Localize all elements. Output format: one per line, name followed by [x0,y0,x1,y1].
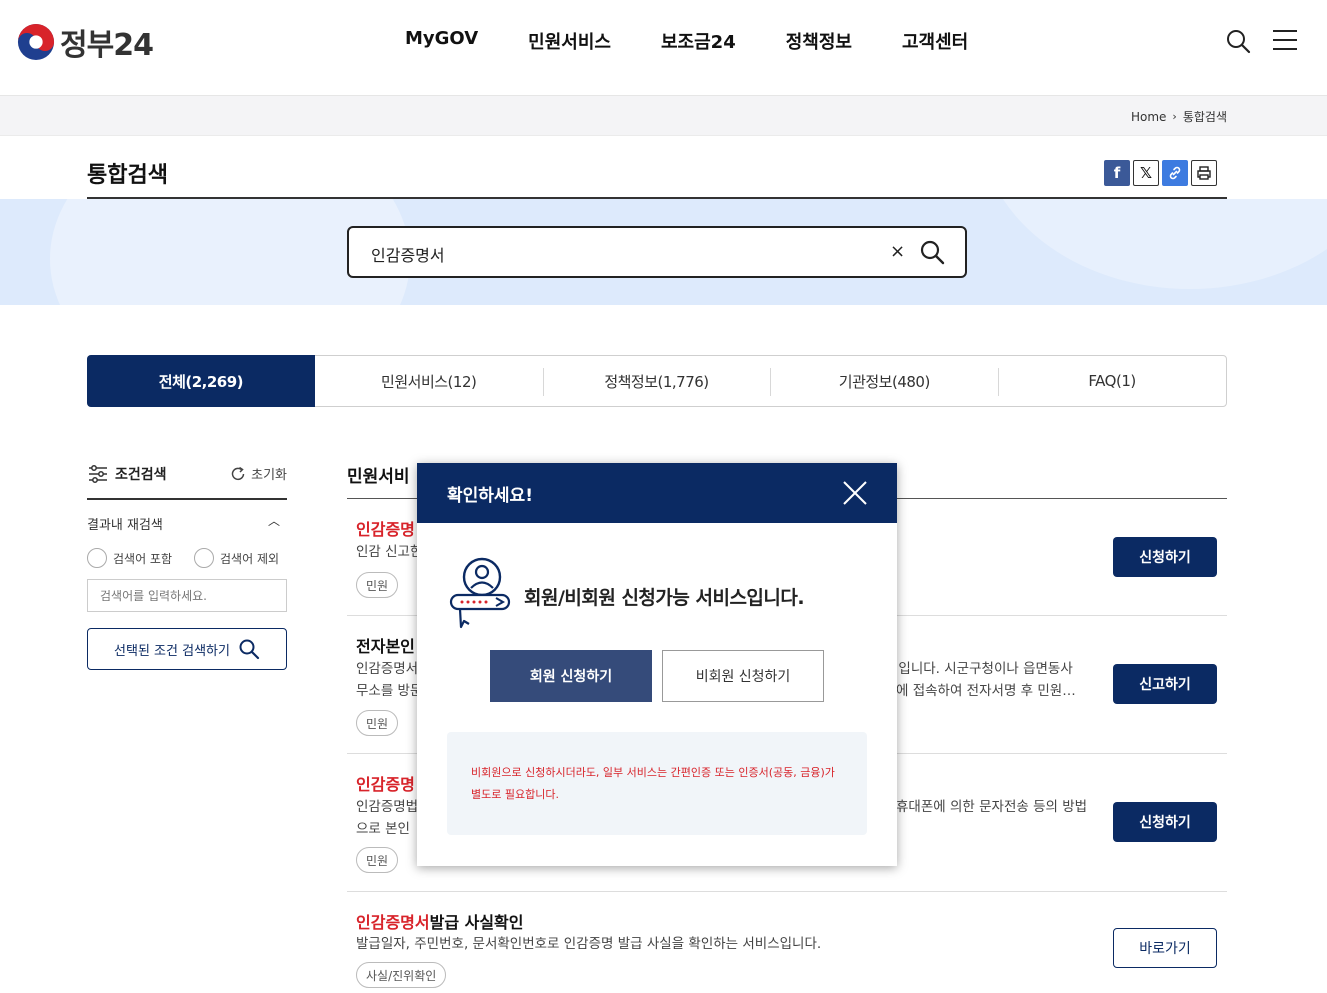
result-title[interactable]: 인감증명 [356,516,415,540]
global-nav: MyGOV 민원서비스 보조금24 정책정보 고객센터 [380,28,993,54]
clear-icon[interactable]: × [890,241,905,262]
site-logo[interactable]: 정부24 [17,20,154,64]
breadcrumb-current: 통합검색 [1182,110,1227,124]
include-radio[interactable] [87,548,107,568]
result-title[interactable]: 인감증명 [356,771,415,795]
refine-options: 검색어 포함 검색어 제외 [87,548,279,568]
chevron-right-icon: › [1172,110,1177,123]
result-description: 발급일자, 주민번호, 문서확인번호로 인감증명 발급 사실을 확인하는 서비스… [356,936,822,952]
breadcrumb-home[interactable]: Home [1131,110,1166,124]
result-tabs: 전체(2,269) 민원서비스(12) 정책정보(1,776) 기관정보(480… [87,355,1227,407]
breadcrumb: Home › 통합검색 [1131,108,1227,125]
decorative-shape [980,199,1327,289]
user-login-icon [449,557,511,629]
apply-filter-label: 선택된 조건 검색하기 [114,643,230,659]
search-query-text[interactable]: 인감증명서 [371,242,445,266]
site-header: 정부24 MyGOV 민원서비스 보조금24 정책정보 고객센터 [0,0,1327,95]
nav-policy-info[interactable]: 정책정보 [786,28,852,54]
tab-agency-info[interactable]: 기관정보(480) [770,356,998,406]
tab-policy-info[interactable]: 정책정보(1,776) [542,356,771,406]
search-banner: 인감증명서 × [0,199,1327,305]
results-section-title: 민원서비 [347,467,410,487]
facebook-icon[interactable]: f [1104,160,1130,186]
search-input[interactable]: 인감증명서 × [347,226,967,278]
refine-search-input[interactable]: 검색어를 입력하세요. [87,579,287,612]
result-tag: 민원 [356,572,399,598]
share-buttons: f 𝕏 [1104,160,1220,186]
apply-filter-button[interactable]: 선택된 조건 검색하기 [87,628,287,670]
confirm-modal: 확인하세요! 회원/비회원 신청가능 서비스입니다. 회원 신청하기 비회원 신… [417,463,897,866]
exclude-label: 검색어 제외 [220,551,280,566]
filter-title: 조건검색 [87,464,167,484]
nav-customer-center[interactable]: 고객센터 [902,28,968,54]
exclude-radio[interactable] [194,548,215,568]
tab-all[interactable]: 전체(2,269) [87,355,315,407]
x-icon[interactable]: 𝕏 [1133,160,1159,186]
modal-notice: 비회원으로 신청하시더라도, 일부 서비스는 간편인증 또는 인증서(공동, 금… [447,732,867,835]
modal-message: 회원/비회원 신청가능 서비스입니다. [524,587,805,609]
taegeuk-logo-icon [17,23,55,61]
guest-apply-button[interactable]: 비회원 신청하기 [662,650,824,702]
tab-faq[interactable]: FAQ(1) [998,356,1226,406]
link-icon[interactable] [1162,160,1188,186]
close-icon[interactable] [841,479,869,507]
breadcrumb-bar: Home › 통합검색 [0,95,1327,136]
result-tag: 사실/진위확인 [356,962,447,988]
reset-button[interactable]: 초기화 [229,464,287,483]
result-tag: 민원 [356,710,399,736]
tab-civil-service[interactable]: 민원서비스(12) [315,356,543,406]
print-icon[interactable] [1191,160,1217,186]
notice-line-1: 비회원으로 신청하시더라도, 일부 서비스는 간편인증 또는 인증서(공동, 금… [471,766,835,779]
logo-text: 정부24 [60,28,154,63]
modal-title: 확인하세요! [447,486,533,506]
filter-header: 조건검색 초기화 [87,462,287,500]
search-submit-icon[interactable] [919,239,945,265]
apply-button[interactable]: 신청하기 [1113,537,1217,577]
modal-header: 확인하세요! [417,463,897,523]
notice-line-2: 별도로 필요합니다. [471,788,559,801]
nav-subsidy24[interactable]: 보조금24 [661,28,736,54]
page-title: 통합검색 [87,163,168,188]
result-title[interactable]: 전자본인 [356,633,415,657]
go-button[interactable]: 바로가기 [1113,928,1217,968]
search-icon[interactable] [1225,28,1251,54]
include-label: 검색어 포함 [113,551,173,566]
refine-search-label: 결과내 재검색 [87,518,163,533]
sliders-icon [89,465,107,483]
result-tag: 민원 [356,847,399,873]
hamburger-menu-icon[interactable] [1273,30,1297,50]
chevron-up-icon[interactable]: ︿ [268,512,280,529]
refresh-icon [231,466,245,480]
apply-button[interactable]: 신청하기 [1113,802,1217,842]
report-button[interactable]: 신고하기 [1113,664,1217,704]
member-apply-button[interactable]: 회원 신청하기 [490,650,652,702]
nav-civil-service[interactable]: 민원서비스 [528,28,611,54]
filter-title-label: 조건검색 [115,467,167,483]
result-item: 인감증명서발급 사실확인 발급일자, 주민번호, 문서확인번호로 인감증명 발급… [347,892,1227,993]
reset-label: 초기화 [251,468,287,483]
result-title[interactable]: 인감증명서발급 사실확인 [356,909,524,933]
nav-mygov[interactable]: MyGOV [405,28,478,54]
search-icon [239,639,260,660]
